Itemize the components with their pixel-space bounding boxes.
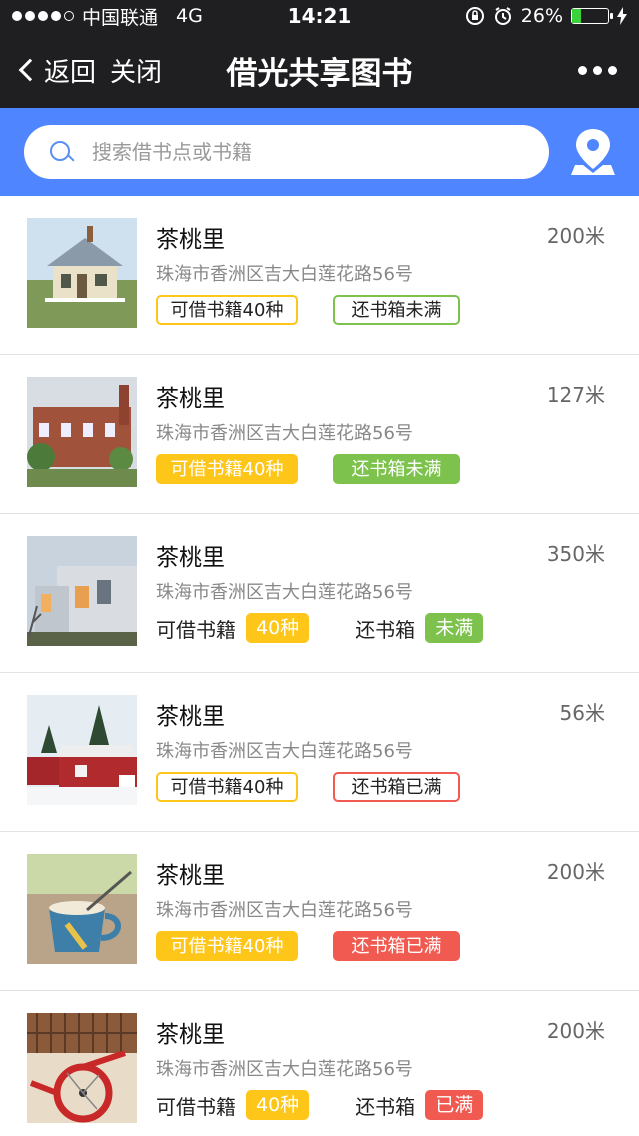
available-books-label: 可借书籍 [156,617,236,642]
address: 珠海市香洲区吉大白莲花路56号 [156,582,413,603]
more-menu-button[interactable] [578,65,617,75]
list-item[interactable]: 茶桃里 200米 珠海市香洲区吉大白莲花路56号 可借书籍40种 还书箱已满 [0,832,639,991]
distance: 200米 [546,1019,605,1043]
back-label: 返回 [44,57,97,88]
available-books-tag: 可借书籍40种 [156,454,298,484]
available-books-label: 可借书籍 [156,1094,236,1119]
status-left: 中国联通 4G [12,3,203,30]
item-info: 茶桃里 350米 珠海市香洲区吉大白莲花路56号 可借书籍 40种 还书箱 未满 [156,536,605,672]
item-info: 茶桃里 127米 珠海市香洲区吉大白莲花路56号 可借书籍40种 还书箱未满 [156,377,605,513]
distance: 56米 [559,701,605,725]
close-button[interactable]: 关闭 [110,52,162,89]
distance: 350米 [546,542,605,566]
chevron-left-icon [18,58,42,82]
location-name: 茶桃里 [156,1022,225,1048]
status-tags: 可借书籍40种 还书箱未满 [156,454,605,484]
status-tags: 可借书籍40种 还书箱未满 [156,295,605,325]
search-box[interactable] [24,125,549,179]
item-info: 茶桃里 200米 珠海市香洲区吉大白莲花路56号 可借书籍40种 还书箱已满 [156,854,605,990]
list-item[interactable]: 茶桃里 200米 珠海市香洲区吉大白莲花路56号 可借书籍 40种 还书箱 已满 [0,991,639,1136]
status-tags: 可借书籍 40种 还书箱 未满 [156,613,605,643]
return-box-tag: 还书箱已满 [333,931,460,961]
search-input[interactable] [92,140,525,164]
available-books-tag: 可借书籍40种 [156,931,298,961]
carrier-name: 中国联通 [82,6,159,29]
item-info: 茶桃里 200米 珠海市香洲区吉大白莲花路56号 可借书籍40种 还书箱未满 [156,218,605,354]
battery-percent: 26% [520,5,563,27]
distance: 127米 [546,383,605,407]
available-books-tag: 可借书籍40种 [156,772,298,802]
network-type: 4G [176,5,203,27]
status-right: 26% [465,5,627,27]
red-cabin-thumbnail [27,695,137,805]
address: 珠海市香洲区吉大白莲花路56号 [156,900,413,921]
status-tags: 可借书籍40种 还书箱已满 [156,931,605,961]
return-box-tag: 还书箱未满 [333,454,460,484]
coffee-cup-thumbnail [27,854,137,964]
available-books-count: 40种 [246,1090,310,1120]
address: 珠海市香洲区吉大白莲花路56号 [156,423,413,444]
library-list: 茶桃里 200米 珠海市香洲区吉大白莲花路56号 可借书籍40种 还书箱未满 茶… [0,196,639,1136]
more-dot [593,65,602,75]
list-item[interactable]: 茶桃里 200米 珠海市香洲区吉大白莲花路56号 可借书籍40种 还书箱未满 [0,196,639,355]
more-dot [578,65,587,75]
return-box-label: 还书箱 [355,617,416,642]
item-info: 茶桃里 200米 珠海市香洲区吉大白莲花路56号 可借书籍 40种 还书箱 已满 [156,1013,605,1136]
address: 珠海市香洲区吉大白莲花路56号 [156,741,413,762]
list-item[interactable]: 茶桃里 127米 珠海市香洲区吉大白莲花路56号 可借书籍40种 还书箱未满 [0,355,639,514]
return-box-tag: 还书箱已满 [333,772,460,802]
return-box-group: 还书箱 已满 [355,1090,484,1120]
return-box-status: 未满 [425,613,484,643]
charging-icon [617,7,627,25]
status-bar: 中国联通 4G 14:21 26% [0,0,639,32]
page-title: 借光共享图书 [226,55,413,92]
clock: 14:21 [287,4,352,28]
address: 珠海市香洲区吉大白莲花路56号 [156,264,413,285]
back-button[interactable]: 返回 [16,52,96,89]
status-tags: 可借书籍 40种 还书箱 已满 [156,1090,605,1120]
location-pin-icon[interactable] [571,127,615,177]
brick-house-thumbnail [27,377,137,487]
nav-bar: 返回 关闭 借光共享图书 [0,32,639,108]
distance: 200米 [546,224,605,248]
available-books-tag: 可借书籍40种 [156,295,298,325]
list-item[interactable]: 茶桃里 350米 珠海市香洲区吉大白莲花路56号 可借书籍 40种 还书箱 未满 [0,514,639,673]
distance: 200米 [546,860,605,884]
alarm-icon [494,7,511,25]
list-item[interactable]: 茶桃里 56米 珠海市香洲区吉大白莲花路56号 可借书籍40种 还书箱已满 [0,673,639,832]
return-box-tag: 还书箱未满 [333,295,460,325]
location-name: 茶桃里 [156,704,225,730]
modern-building-thumbnail [27,536,137,646]
available-books-count: 40种 [246,613,310,643]
address: 珠海市香洲区吉大白莲花路56号 [156,1059,413,1080]
more-dot [608,65,617,75]
location-name: 茶桃里 [156,545,225,571]
status-tags: 可借书籍40种 还书箱已满 [156,772,605,802]
location-name: 茶桃里 [156,863,225,889]
cottage-thumbnail [27,218,137,328]
return-box-group: 还书箱 未满 [355,613,484,643]
header: 中国联通 4G 14:21 26% 返回 关闭 借光共享图书 [0,0,639,108]
nav-left: 返回 关闭 [16,52,162,89]
battery-level [572,9,582,23]
return-box-label: 还书箱 [355,1094,416,1119]
battery-icon [571,8,613,24]
signal-icon [12,11,74,21]
location-name: 茶桃里 [156,386,225,412]
return-box-status: 已满 [425,1090,484,1120]
item-info: 茶桃里 56米 珠海市香洲区吉大白莲花路56号 可借书籍40种 还书箱已满 [156,695,605,831]
search-bar [0,108,639,196]
rotation-lock-icon [465,7,484,25]
red-bicycle-thumbnail [27,1013,137,1123]
search-icon [48,139,74,165]
location-name: 茶桃里 [156,227,225,253]
